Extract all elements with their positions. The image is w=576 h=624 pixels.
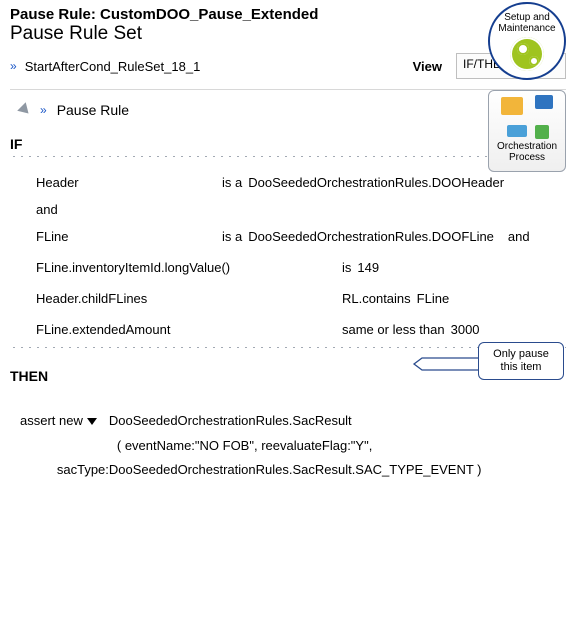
- condition-right[interactable]: FLine: [417, 291, 450, 306]
- chevron-down-icon: [87, 418, 97, 425]
- badge-label: Setup andMaintenance: [498, 12, 555, 34]
- condition-left[interactable]: FLine.extendedAmount: [36, 322, 336, 337]
- page-title: Pause Rule: CustomDOO_Pause_Extended: [0, 0, 576, 23]
- condition-op[interactable]: same or less than: [342, 322, 445, 337]
- condition-left[interactable]: Header: [36, 175, 216, 190]
- condition-right[interactable]: 149: [357, 260, 379, 275]
- collapse-toggle-icon[interactable]: [17, 102, 33, 118]
- condition-row: FLine.extendedAmount same or less than 3…: [0, 314, 576, 345]
- condition-right[interactable]: DooSeededOrchestrationRules.DOOHeader: [248, 175, 504, 190]
- condition-right[interactable]: DooSeededOrchestrationRules.DOOFLine: [248, 229, 494, 244]
- badge-label: OrchestrationProcess: [497, 141, 557, 163]
- then-body: assert new DooSeededOrchestrationRules.S…: [0, 401, 576, 491]
- assert-expression[interactable]: DooSeededOrchestrationRules.SacResult ( …: [109, 409, 566, 483]
- condition-op[interactable]: is a: [222, 175, 242, 190]
- and-keyword: and: [0, 198, 576, 221]
- setup-maintenance-badge[interactable]: Setup andMaintenance: [488, 2, 566, 80]
- condition-row: FLine is a DooSeededOrchestrationRules.D…: [0, 221, 576, 252]
- callout-pointer: [414, 354, 478, 374]
- ruleset-row: » StartAfterCond_RuleSet_18_1 View IF/TH…: [0, 51, 576, 89]
- annotation-callout: Only pausethis item: [478, 342, 564, 380]
- condition-row: Header is a DooSeededOrchestrationRules.…: [0, 167, 576, 198]
- expand-icon[interactable]: »: [10, 60, 17, 72]
- condition-op[interactable]: is: [342, 260, 351, 275]
- condition-row: FLine.inventoryItemId.longValue() is 149: [0, 252, 576, 283]
- dotted-divider: [10, 156, 566, 157]
- gear-icon: [510, 37, 544, 71]
- condition-op[interactable]: RL.contains: [342, 291, 411, 306]
- condition-left[interactable]: FLine.inventoryItemId.longValue(): [36, 260, 336, 275]
- condition-op[interactable]: is a: [222, 229, 242, 244]
- condition-row: Header.childFLines RL.contains FLine: [0, 283, 576, 314]
- and-trailing: and: [508, 229, 530, 244]
- view-label: View: [413, 59, 442, 74]
- expand-icon[interactable]: »: [40, 104, 47, 116]
- ruleset-name: StartAfterCond_RuleSet_18_1: [25, 59, 201, 74]
- rule-name: Pause Rule: [57, 102, 129, 118]
- orchestration-process-badge[interactable]: OrchestrationProcess: [488, 90, 566, 172]
- condition-left[interactable]: FLine: [36, 229, 216, 244]
- orchestration-icon: [499, 95, 555, 139]
- assert-new-action[interactable]: assert new: [20, 409, 97, 434]
- condition-left[interactable]: Header.childFLines: [36, 291, 336, 306]
- condition-right[interactable]: 3000: [451, 322, 480, 337]
